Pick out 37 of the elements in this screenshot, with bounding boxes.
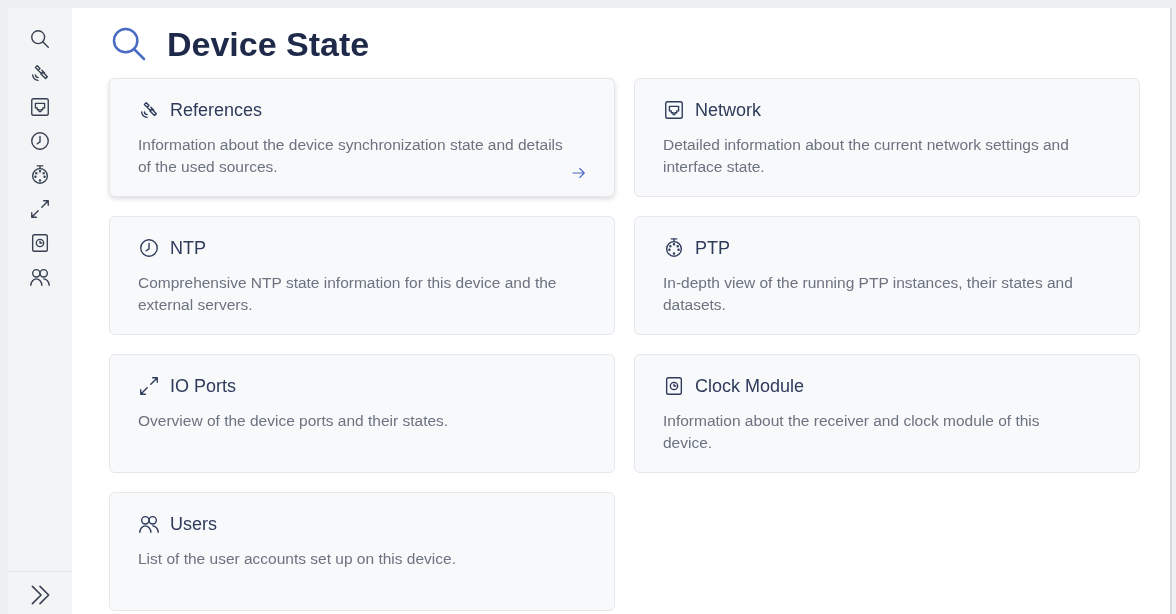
state-card[interactable]: IO Ports Overview of the device ports and their states. (109, 354, 615, 473)
card-description: Overview of the device ports and their states. (138, 411, 450, 431)
state-card[interactable]: PTP In-depth view of the running PTP instances, their states and datasets. (634, 216, 1140, 335)
users-icon (138, 513, 160, 535)
card-description: Information about the receiver and clock module of this device. (663, 411, 1041, 453)
card-title: Users (170, 513, 217, 535)
card-title: NTP (170, 237, 206, 259)
page-title: Device State (167, 24, 370, 64)
search-icon[interactable] (29, 28, 51, 50)
state-card[interactable]: Users List of the user accounts set up on this device. (109, 492, 615, 611)
state-card[interactable]: NTP Comprehensive NTP state information for this device and the external servers. (109, 216, 615, 335)
card-title: Network (695, 99, 761, 121)
ethernet-port-icon (663, 99, 685, 121)
satellite-icon[interactable] (29, 62, 51, 84)
ethernet-port-icon[interactable] (29, 96, 51, 118)
card-description: Comprehensive NTP state information for this device and the external servers. (138, 273, 558, 315)
clock-module-icon (663, 375, 685, 397)
stopwatch-icon[interactable] (29, 164, 51, 186)
satellite-icon (138, 99, 160, 121)
card-description: Detailed information about the current network settings and interface state. (663, 135, 1070, 177)
card-title: PTP (695, 237, 730, 259)
stopwatch-icon (663, 237, 685, 259)
diagonal-arrows-icon[interactable] (29, 198, 51, 220)
card-title: References (170, 99, 263, 121)
card-description: In-depth view of the running PTP instances, their states and datasets. (663, 273, 1074, 315)
card-title: Clock Module (695, 375, 805, 397)
users-icon[interactable] (29, 266, 51, 288)
state-card[interactable]: References Information about the device synchronization state and details of the used sources. (109, 78, 615, 197)
clock-icon (138, 237, 160, 259)
diagonal-arrows-icon (138, 375, 160, 397)
clock-icon[interactable] (29, 130, 51, 152)
clock-module-icon[interactable] (29, 232, 51, 254)
state-card[interactable]: Network Detailed information about the current network settings and interface state. (634, 78, 1140, 197)
state-card[interactable]: Clock Module Information about the receiver and clock module of this device. (634, 354, 1140, 473)
card-description: List of the user accounts set up on this device. (138, 549, 457, 569)
card-description: Information about the device synchronization state and details of the used sources. (138, 135, 563, 177)
card-title: IO Ports (170, 375, 236, 397)
